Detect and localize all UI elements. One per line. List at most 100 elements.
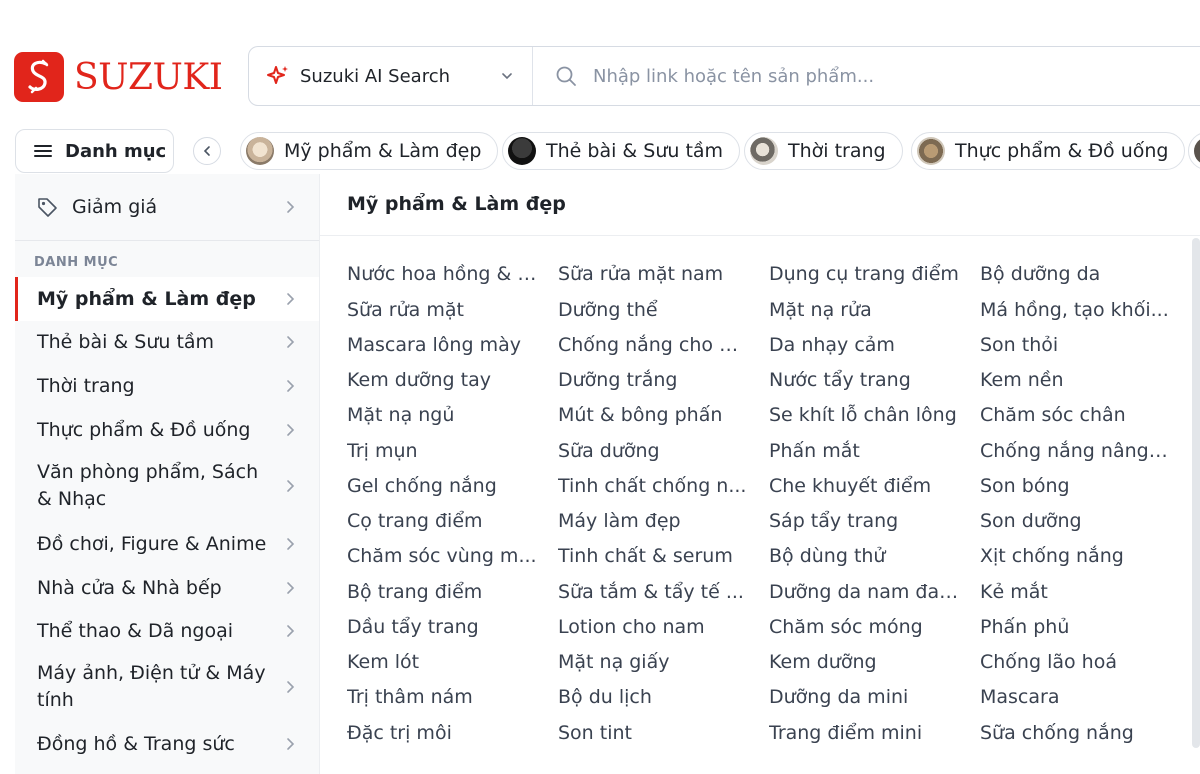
subcategory-link[interactable]: Bộ trang điểm [347, 581, 537, 603]
chevron-right-icon [287, 738, 295, 750]
subcategory-link[interactable]: Bộ dưỡng da [980, 263, 1170, 285]
subcategory-link[interactable]: Bộ dùng thử [769, 545, 959, 567]
subcategory-link[interactable]: Tinh chất chống n... [558, 475, 748, 497]
subcategory-link[interactable]: Trang điểm mini [769, 722, 959, 744]
subcategory-link[interactable]: Kem dưỡng [769, 651, 959, 673]
sidebar-item-discount[interactable]: Giảm giá [15, 174, 319, 241]
brand-name: SUZUKI [74, 56, 223, 98]
sidebar-item-label: Mỹ phẩm & Làm đẹp [37, 287, 256, 310]
scrollbar[interactable] [1192, 238, 1200, 748]
sidebar-item[interactable]: Đồng hồ & Trang sức [15, 722, 319, 766]
sidebar-item[interactable]: Mỹ phẩm & Làm đẹp [15, 277, 319, 321]
subcategory-link[interactable]: Se khít lỗ chân lông [769, 404, 959, 426]
subcategory-link[interactable]: Sữa tắm & tẩy tế ... [558, 581, 748, 603]
chip-my-pham[interactable]: Mỹ phẩm & Làm đẹp [240, 132, 499, 170]
subcategory-link[interactable]: Dưỡng thể [558, 299, 748, 321]
subcategory-link[interactable]: Phấn phủ [980, 616, 1170, 638]
subcategory-link[interactable]: Mặt nạ rửa [769, 299, 959, 321]
subcategory-link[interactable]: Dưỡng trắng [558, 369, 748, 391]
subcategory-link[interactable]: Dưỡng da nam đa ... [769, 581, 959, 603]
subcategory-link[interactable]: Tinh chất & serum [558, 545, 748, 567]
chevron-right-icon [287, 293, 295, 305]
subcategory-link[interactable]: Chống nắng nâng ... [980, 440, 1170, 462]
subcategory-link[interactable]: Sữa chống nắng [980, 722, 1170, 744]
search-icon [556, 66, 576, 86]
chip-thumbnail [1194, 137, 1200, 165]
subcategory-link[interactable]: Mặt nạ giấy [558, 651, 748, 673]
sidebar-item[interactable]: Văn phòng phẩm, Sách & Nhạc [15, 451, 319, 521]
chip-thoi-trang[interactable]: Thời trang [744, 132, 903, 170]
sidebar-item[interactable]: Thời trang [15, 364, 319, 408]
sidebar-item[interactable]: Thể thao & Dã ngoại [15, 609, 319, 653]
subcategory-link[interactable]: Mascara [980, 686, 1170, 708]
chip-thumbnail [750, 137, 778, 165]
subcategory-link[interactable]: Mặt nạ ngủ [347, 404, 537, 426]
subcategory-link[interactable]: Sữa rửa mặt nam [558, 263, 748, 285]
chip-label: Mỹ phẩm & Làm đẹp [284, 140, 482, 162]
sparkle-icon [267, 66, 288, 84]
chevron-down-icon [502, 73, 512, 80]
subcategory-link[interactable]: Máy làm đẹp [558, 510, 748, 532]
subcategory-link[interactable]: Gel chống nắng [347, 475, 537, 497]
sidebar-item-label: Văn phòng phẩm, Sách & Nhạc [37, 461, 259, 510]
logo[interactable]: SUZUKI [14, 52, 223, 102]
subcategory-link[interactable]: Sữa rửa mặt [347, 299, 537, 321]
chevron-right-icon [287, 336, 295, 348]
chips-prev-button[interactable] [193, 137, 221, 165]
chip-the-bai[interactable]: Thẻ bài & Sưu tầm [502, 132, 741, 170]
subcategory-link[interactable]: Chăm sóc vùng m... [347, 545, 537, 567]
subcategory-link[interactable]: Bộ du lịch [558, 686, 748, 708]
subcategory-link[interactable]: Kem lót [347, 651, 537, 673]
subcategory-link[interactable]: Che khuyết điểm [769, 475, 959, 497]
subcategory-link[interactable]: Son bóng [980, 475, 1170, 497]
chevron-right-icon [287, 201, 295, 213]
subcategory-link[interactable]: Dầu tẩy trang [347, 616, 537, 638]
subcategory-link[interactable]: Chăm sóc móng [769, 616, 959, 638]
subcategory-panel-title: Mỹ phẩm & Làm đẹp [347, 193, 566, 215]
sidebar-item[interactable]: Đồ chơi, Figure & Anime [15, 522, 319, 566]
sidebar-item[interactable]: Nhà cửa & Nhà bếp [15, 566, 319, 610]
sidebar-item-label: Giảm giá [72, 196, 158, 218]
subcategory-link[interactable]: Má hồng, tạo khối... [980, 299, 1170, 321]
subcategory-link[interactable]: Xịt chống nắng [980, 545, 1170, 567]
chip-thumbnail [246, 137, 274, 165]
chip-label: Thực phẩm & Đồ uống [955, 140, 1169, 162]
subcategory-link[interactable]: Da nhạy cảm [769, 334, 959, 356]
subcategory-link[interactable]: Son dưỡng [980, 510, 1170, 532]
subcategory-link[interactable]: Đặc trị môi [347, 722, 537, 744]
subcategory-link[interactable]: Phấn mắt [769, 440, 959, 462]
ai-search-label: Suzuki AI Search [300, 65, 451, 87]
subcategory-link[interactable]: Kẻ mắt [980, 581, 1170, 603]
subcategory-link[interactable]: Kem dưỡng tay [347, 369, 537, 391]
subcategory-link[interactable]: Trị mụn [347, 440, 537, 462]
subcategory-link[interactable]: Nước hoa hồng & l... [347, 263, 537, 285]
subcategory-link[interactable]: Lotion cho nam [558, 616, 748, 638]
subcategory-link[interactable]: Mút & bông phấn [558, 404, 748, 426]
category-menu-button[interactable]: Danh mục [15, 129, 174, 173]
subcategory-link[interactable]: Chăm sóc chân [980, 404, 1170, 426]
chip-label: Thẻ bài & Sưu tầm [546, 140, 724, 162]
sidebar-item[interactable]: Thực phẩm & Đồ uống [15, 408, 319, 452]
chevron-right-icon [287, 538, 295, 550]
subcategory-link[interactable]: Mascara lông mày [347, 334, 537, 356]
subcategory-link[interactable]: Son tint [558, 722, 748, 744]
subcategory-link[interactable]: Dưỡng da mini [769, 686, 959, 708]
subcategory-link[interactable]: Chống nắng cho n... [558, 334, 748, 356]
subcategory-link[interactable]: Nước tẩy trang [769, 369, 959, 391]
divider [320, 235, 1200, 236]
subcategory-link[interactable]: Sữa dưỡng [558, 440, 748, 462]
ai-search-selector[interactable]: Suzuki AI Search [249, 47, 533, 105]
sidebar-item[interactable]: Máy ảnh, Điện tử & Máy tính [15, 652, 319, 722]
subcategory-link[interactable]: Kem nền [980, 369, 1170, 391]
subcategory-link[interactable]: Trị thâm nám [347, 686, 537, 708]
sidebar-item[interactable]: Thẻ bài & Sưu tầm [15, 320, 319, 364]
chip-next-partial[interactable] [1188, 132, 1200, 170]
search-input[interactable] [591, 64, 1195, 88]
subcategory-link[interactable]: Dụng cụ trang điểm [769, 263, 959, 285]
subcategory-link[interactable]: Sáp tẩy trang [769, 510, 959, 532]
subcategory-link[interactable]: Son thỏi [980, 334, 1170, 356]
category-sidebar: Giảm giá DANH MỤC Mỹ phẩm & Làm đẹp Thẻ b… [15, 174, 320, 774]
subcategory-link[interactable]: Cọ trang điểm [347, 510, 537, 532]
chip-thuc-pham[interactable]: Thực phẩm & Đồ uống [911, 132, 1186, 170]
subcategory-link[interactable]: Chống lão hoá [980, 651, 1170, 673]
